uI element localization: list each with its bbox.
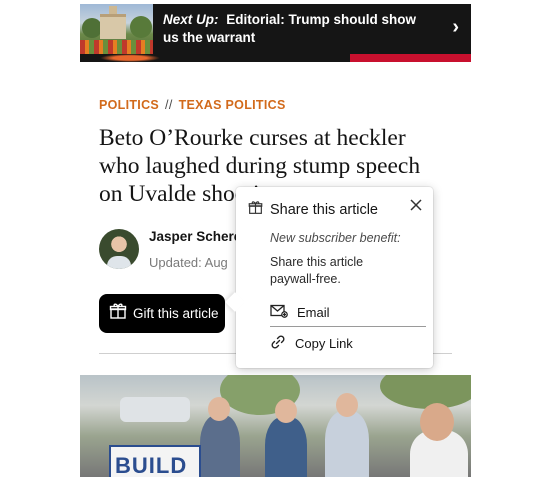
subscriber-benefit-label: New subscriber benefit: (270, 231, 401, 245)
share-description: Share this article paywall-free. (270, 255, 364, 286)
chevron-right-icon[interactable]: › (452, 16, 459, 39)
breadcrumb: POLITICS // TEXAS POLITICS (99, 98, 286, 112)
next-up-thumbnail (80, 4, 153, 54)
copy-link-label: Copy Link (295, 336, 353, 351)
share-article-popup: Share this article New subscriber benefi… (236, 187, 433, 368)
author-name[interactable]: Jasper Scherer, (149, 229, 250, 244)
email-option-label: Email (297, 305, 330, 320)
photo-sign: BUILD THE (109, 445, 201, 477)
breadcrumb-subsection[interactable]: TEXAS POLITICS (179, 98, 286, 112)
share-email-option[interactable]: Email (270, 304, 330, 321)
updated-timestamp: Updated: Aug (149, 255, 228, 270)
breadcrumb-separator: // (165, 98, 173, 112)
author-avatar[interactable] (99, 229, 139, 269)
close-button[interactable] (407, 198, 425, 216)
gift-icon (109, 302, 127, 325)
gift-icon (248, 200, 263, 220)
link-icon (270, 334, 286, 353)
article-photo[interactable]: BUILD THE (80, 375, 471, 477)
breadcrumb-section[interactable]: POLITICS (99, 98, 159, 112)
banner-red-strip (350, 54, 471, 62)
email-icon (270, 304, 288, 321)
options-divider (270, 326, 426, 327)
next-up-label: Next Up: (163, 12, 219, 27)
next-up-text[interactable]: Next Up: Editorial: Trump should show us… (163, 11, 433, 47)
gift-article-button[interactable]: Gift this article (99, 294, 225, 333)
banner-decoration (100, 54, 160, 62)
close-icon (410, 198, 422, 216)
next-up-banner[interactable]: Next Up: Editorial: Trump should show us… (80, 4, 471, 62)
gift-button-label: Gift this article (133, 306, 219, 321)
popup-title: Share this article (270, 202, 378, 218)
copy-link-option[interactable]: Copy Link (270, 334, 353, 353)
popup-header: Share this article (248, 200, 378, 220)
